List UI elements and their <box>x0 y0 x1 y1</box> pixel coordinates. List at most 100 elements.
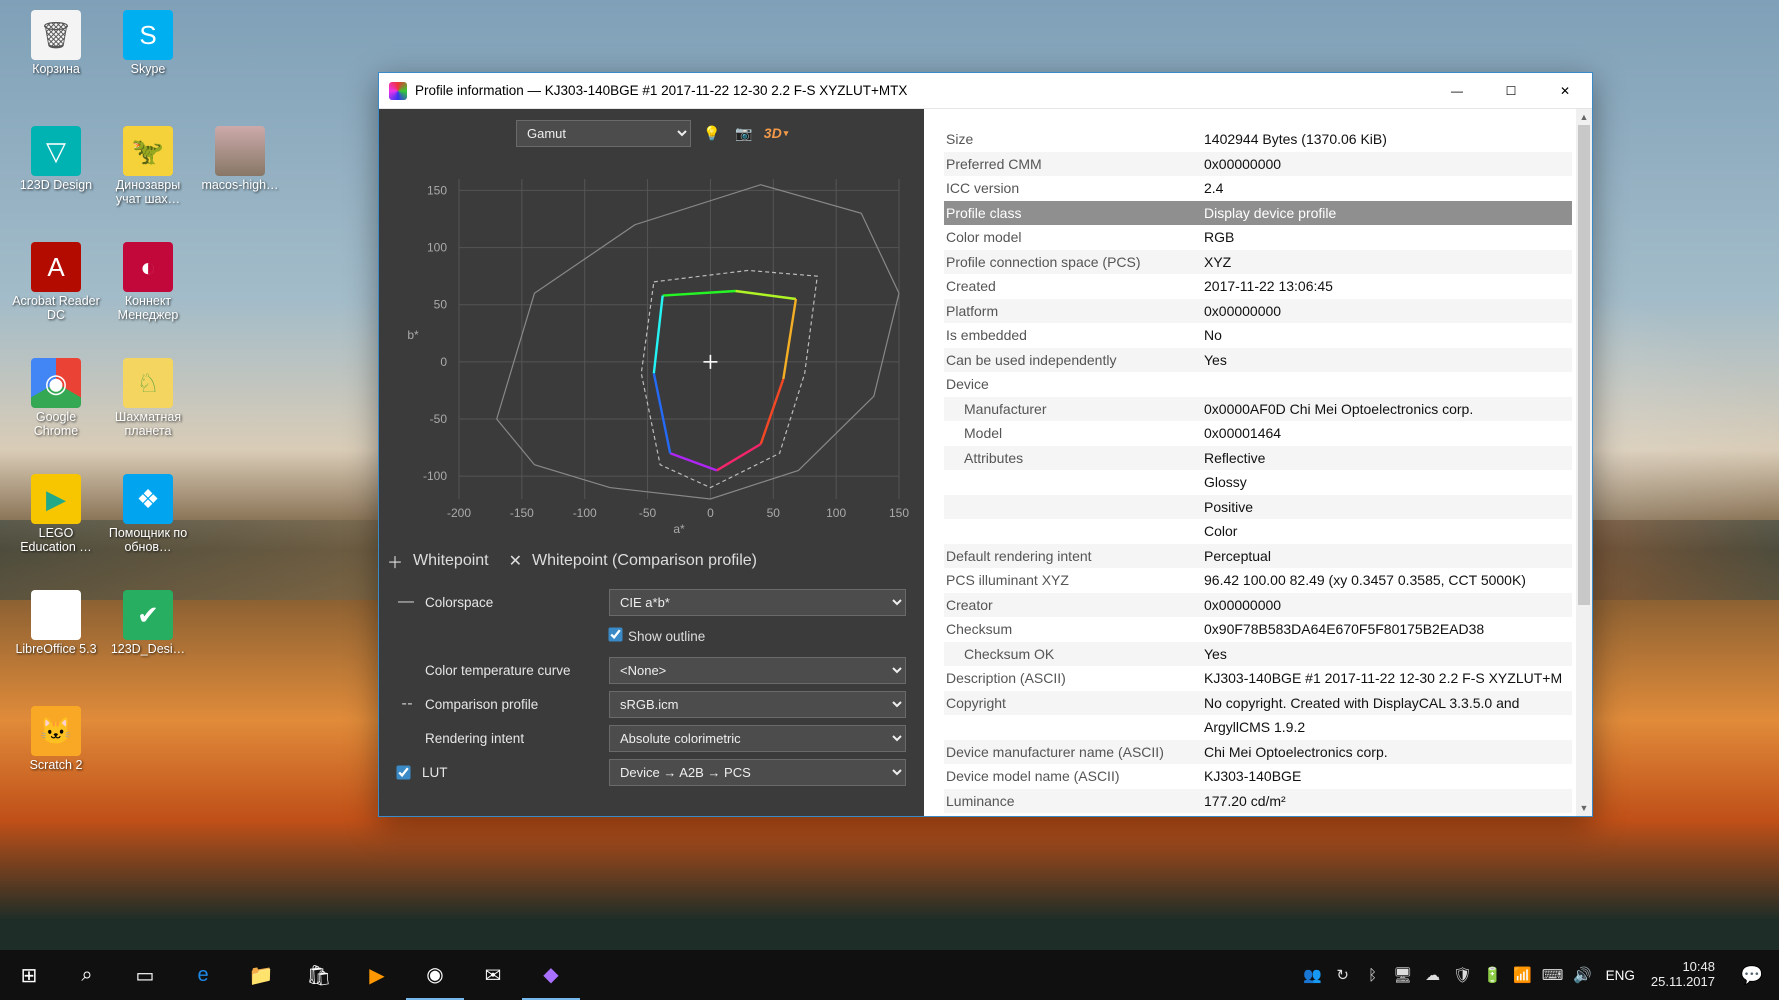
info-row[interactable]: Platform0x00000000 <box>944 299 1572 324</box>
desktop-icon-recycle-bin[interactable]: 🗑Корзина <box>10 10 102 122</box>
info-row[interactable]: Default rendering intentPerceptual <box>944 544 1572 569</box>
desktop-icon-scratch[interactable]: 🐱Scratch 2 <box>10 706 102 818</box>
tray-people-icon[interactable]: 👥 <box>1302 964 1324 986</box>
desktop-icon-123d-design[interactable]: ▽123D Design <box>10 126 102 238</box>
show-outline-checkbox[interactable]: Show outline <box>609 629 705 644</box>
tray-volume-icon[interactable]: 🔊 <box>1572 964 1594 986</box>
taskbar-mail[interactable]: ✉ <box>464 950 522 1000</box>
titlebar[interactable]: Profile information — KJ303-140BGE #1 20… <box>379 73 1592 109</box>
gamut-panel: Gamut 💡 📷 3D -200-150-100-50050100150-10… <box>379 109 924 816</box>
info-row[interactable]: Model0x00001464 <box>944 421 1572 446</box>
taskbar-chrome[interactable]: ◉ <box>406 950 464 1000</box>
info-row[interactable]: ICC version2.4 <box>944 176 1572 201</box>
info-row[interactable]: Device model name (ASCII)KJ303-140BGE <box>944 764 1572 789</box>
desktop-icon-acrobat[interactable]: AAcrobat Reader DC <box>10 242 102 354</box>
ctc-select[interactable]: <None> <box>609 657 906 684</box>
desktop-icon-123d-design-file[interactable]: ✔123D_Desi… <box>102 590 194 702</box>
taskbar-store[interactable]: 🛍 <box>290 950 348 1000</box>
lut-checkbox[interactable]: LUT <box>397 765 448 780</box>
tray-keyboard-icon[interactable]: ⌨ <box>1542 964 1564 986</box>
close-button[interactable]: ✕ <box>1538 73 1592 109</box>
language-indicator[interactable]: ENG <box>1600 968 1641 983</box>
action-center-icon[interactable]: 💬 <box>1725 950 1779 1000</box>
scroll-up-icon[interactable]: ▲ <box>1576 109 1592 125</box>
whitepoint-toggle[interactable]: Whitepoint <box>413 552 489 570</box>
info-row[interactable]: Device manufacturer name (ASCII)Chi Mei … <box>944 740 1572 765</box>
whitepoint-compare-toggle[interactable]: Whitepoint (Comparison profile) <box>532 552 757 570</box>
scroll-down-icon[interactable]: ▼ <box>1576 800 1592 816</box>
info-value: 0x00000000 <box>1204 152 1572 177</box>
info-row[interactable]: Checksum OKYes <box>944 642 1572 667</box>
taskbar-edge[interactable]: e <box>174 950 232 1000</box>
desktop-icon-chess-planet[interactable]: ♘Шахматная планета <box>102 358 194 470</box>
info-row[interactable]: Positive <box>944 495 1572 520</box>
taskbar-displaycal[interactable]: ◆ <box>522 950 580 1000</box>
info-row[interactable]: CopyrightNo copyright. Created with Disp… <box>944 691 1572 716</box>
view-mode-select[interactable]: Gamut <box>516 120 691 147</box>
desktop-icon-chrome[interactable]: ◉Google Chrome <box>10 358 102 470</box>
info-row[interactable]: Preferred CMM0x00000000 <box>944 152 1572 177</box>
tray-monitor-icon[interactable]: 🖥 <box>1392 964 1414 986</box>
info-row[interactable]: Color modelRGB <box>944 225 1572 250</box>
desktop-icon-skype[interactable]: SSkype <box>102 10 194 122</box>
taskbar-taskview[interactable]: ▭ <box>116 950 174 1000</box>
info-row[interactable]: AttributesReflective <box>944 446 1572 471</box>
comparison-label: Comparison profile <box>425 697 538 712</box>
intent-select[interactable]: Absolute colorimetric <box>609 725 906 752</box>
info-row[interactable]: Is embeddedNo <box>944 323 1572 348</box>
info-row[interactable]: Luminance177.20 cd/m² <box>944 789 1572 814</box>
info-row[interactable]: Checksum0x90F78B583DA64E670F5F80175B2EAD… <box>944 617 1572 642</box>
info-row[interactable]: Can be used independentlyYes <box>944 348 1572 373</box>
taskbar-movies[interactable]: ▶ <box>348 950 406 1000</box>
info-row[interactable]: Glossy <box>944 470 1572 495</box>
desktop-icon-macos-high[interactable]: macos-high… <box>194 126 286 238</box>
desktop-icon-connect-mgr[interactable]: ◐Коннект Менеджер <box>102 242 194 354</box>
svg-text:b*: b* <box>407 328 419 342</box>
svg-text:-100: -100 <box>573 506 597 520</box>
info-value: No copyright. Created with DisplayCAL 3.… <box>1204 691 1572 716</box>
info-row[interactable]: Color <box>944 519 1572 544</box>
desktop-icon-label: Acrobat Reader DC <box>12 294 100 323</box>
maximize-button[interactable]: ☐ <box>1484 73 1538 109</box>
info-row[interactable]: Description (ASCII)KJ303-140BGE #1 2017-… <box>944 666 1572 691</box>
info-row[interactable]: Created2017-11-22 13:06:45 <box>944 274 1572 299</box>
tray-sync-icon[interactable]: ↻ <box>1332 964 1354 986</box>
gamut-chart[interactable]: -200-150-100-50050100150-100-50050100150… <box>379 149 924 549</box>
info-row[interactable]: Profile connection space (PCS)XYZ <box>944 250 1572 275</box>
info-row[interactable]: Creator0x00000000 <box>944 593 1572 618</box>
tray-defender-icon[interactable]: 🛡 <box>1452 964 1474 986</box>
lut-select[interactable]: Device → A2B → PCS <box>609 759 906 786</box>
svg-text:-50: -50 <box>639 506 657 520</box>
tray-power-icon[interactable]: 🔋 <box>1482 964 1504 986</box>
desktop-icon-update-helper[interactable]: ❖Помощник по обнов… <box>102 474 194 586</box>
taskbar-search[interactable]: ⌕ <box>58 950 116 1000</box>
info-row[interactable]: Size1402944 Bytes (1370.06 KiB) <box>944 127 1572 152</box>
scroll-thumb[interactable] <box>1578 125 1590 605</box>
taskbar-explorer[interactable]: 📁 <box>232 950 290 1000</box>
3d-view-button[interactable]: 3D <box>765 122 787 144</box>
desktop-icon-dino-chess[interactable]: 🦖Динозавры учат шах… <box>102 126 194 238</box>
taskbar-start[interactable]: ⊞ <box>0 950 58 1000</box>
scrollbar[interactable]: ▲ ▼ <box>1576 109 1592 816</box>
info-row[interactable]: Device <box>944 372 1572 397</box>
tray-wifi-icon[interactable]: 📶 <box>1512 964 1534 986</box>
dashed-icon: - - <box>397 695 415 713</box>
info-row[interactable]: Profile classDisplay device profile <box>944 201 1572 226</box>
svg-text:-100: -100 <box>423 469 447 483</box>
desktop-icon-lego-education[interactable]: ▶LEGO Education … <box>10 474 102 586</box>
info-row[interactable]: Manufacturer0x0000AF0D Chi Mei Optoelect… <box>944 397 1572 422</box>
minimize-button[interactable]: — <box>1430 73 1484 109</box>
info-row[interactable]: PCS illuminant XYZ96.42 100.00 82.49 (xy… <box>944 568 1572 593</box>
desktop-icon-label: LEGO Education … <box>12 526 100 555</box>
info-value: 0x00000000 <box>1204 593 1572 618</box>
tray-bluetooth-icon[interactable]: ᛒ <box>1362 964 1384 986</box>
info-key: Creator <box>944 593 1204 618</box>
colorspace-select[interactable]: CIE a*b* <box>609 589 906 616</box>
idea-icon[interactable]: 💡 <box>701 122 723 144</box>
clock[interactable]: 10:48 25.11.2017 <box>1641 960 1725 990</box>
snapshot-icon[interactable]: 📷 <box>733 122 755 144</box>
desktop-icon-libreoffice[interactable]: LibreOffice 5.3 <box>10 590 102 702</box>
info-row[interactable]: ArgyllCMS 1.9.2 <box>944 715 1572 740</box>
comparison-select[interactable]: sRGB.icm <box>609 691 906 718</box>
tray-onedrive-icon[interactable]: ☁ <box>1422 964 1444 986</box>
